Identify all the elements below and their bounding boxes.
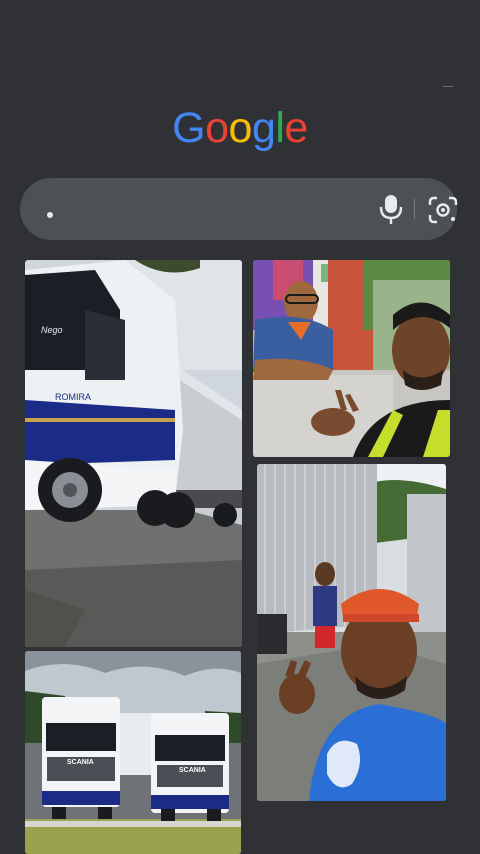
search-bar-divider bbox=[414, 199, 415, 219]
search-bar[interactable] bbox=[20, 178, 459, 240]
google-logo: Google bbox=[0, 98, 480, 158]
image-result-selfie-trailers[interactable] bbox=[257, 464, 446, 801]
truck-name-text: Nego bbox=[41, 325, 63, 335]
status-indicator bbox=[443, 86, 453, 87]
logo-letter: o bbox=[228, 104, 253, 152]
image-result-selfie-two-men[interactable] bbox=[253, 260, 450, 457]
logo-letter: l bbox=[275, 104, 285, 152]
google-search-screen: Google ROMIRA Nego SCANIA SCANIA bbox=[0, 0, 480, 854]
logo-letter: e bbox=[284, 104, 308, 152]
logo-letter: g bbox=[251, 104, 276, 152]
logo-letter: o bbox=[205, 104, 229, 152]
logo-letter: G bbox=[172, 104, 206, 152]
truck-brand-text: ROMIRA bbox=[55, 392, 91, 402]
truck-badge-text: SCANIA bbox=[67, 759, 94, 766]
image-result-two-trucks[interactable]: SCANIA SCANIA bbox=[25, 651, 241, 854]
image-result-truck-side[interactable]: ROMIRA Nego bbox=[25, 260, 242, 647]
truck-badge-text: SCANIA bbox=[179, 767, 206, 774]
mic-icon[interactable] bbox=[376, 193, 406, 225]
google-lens-icon[interactable] bbox=[427, 195, 459, 225]
text-cursor bbox=[47, 212, 53, 218]
